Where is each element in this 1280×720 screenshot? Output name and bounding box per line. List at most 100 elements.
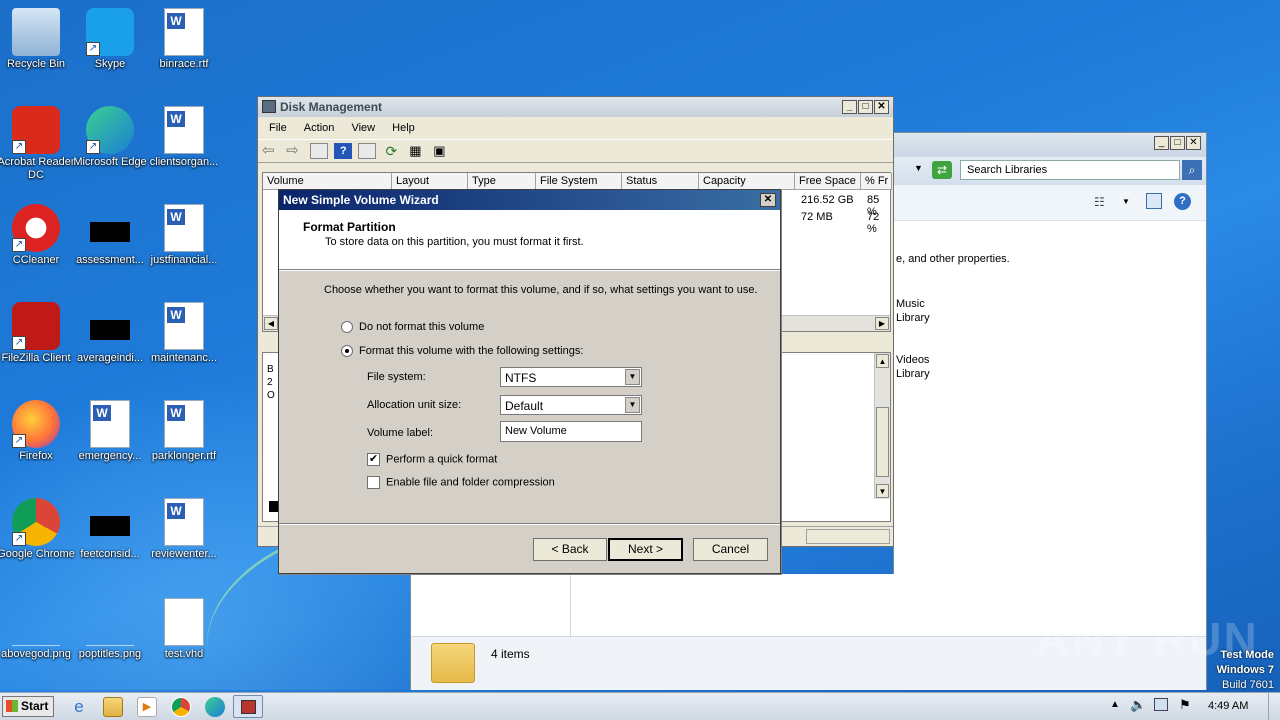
desktop-icon[interactable]: poptitles.png: [70, 598, 150, 661]
radio-format[interactable]: Format this volume with the following se…: [341, 345, 583, 358]
volume-label-input[interactable]: New Volume: [500, 421, 642, 442]
volume-icon[interactable]: 🔈: [1130, 697, 1146, 713]
console-tree-icon[interactable]: [310, 143, 329, 159]
word-doc-icon: W↗: [90, 400, 130, 448]
column-status[interactable]: Status: [622, 173, 699, 190]
explorer-icon[interactable]: [103, 697, 123, 717]
scroll-thumb[interactable]: [876, 407, 889, 477]
radio-button-selected[interactable]: [341, 345, 353, 358]
chevron-down-icon[interactable]: ▼: [625, 369, 640, 385]
preview-pane-icon[interactable]: [1146, 193, 1162, 209]
edge-icon[interactable]: [205, 697, 225, 717]
network-icon[interactable]: [1154, 698, 1168, 711]
settings-icon[interactable]: ▣: [430, 143, 448, 159]
library-item-music[interactable]: Music Library: [896, 297, 930, 325]
ie-icon[interactable]: e: [69, 697, 89, 717]
chevron-down-icon[interactable]: ▼: [625, 397, 640, 413]
chevron-down-icon[interactable]: ▼: [1122, 197, 1130, 206]
show-desktop-button[interactable]: [1268, 693, 1280, 720]
desktop-icon[interactable]: ↗ Firefox: [0, 400, 76, 463]
desktop-icon[interactable]: W↗ clientsorgan...: [144, 106, 224, 169]
refresh-icon[interactable]: ⇄: [932, 161, 952, 179]
column-pct-free[interactable]: % Fr: [861, 173, 892, 190]
action-center-flag-icon[interactable]: ⚑: [1179, 697, 1191, 713]
scroll-down-arrow-icon[interactable]: ▼: [876, 484, 889, 498]
maximize-button[interactable]: □: [1170, 136, 1185, 150]
desktop-icon[interactable]: ↗ Microsoft Edge: [70, 106, 150, 169]
forward-arrow-icon[interactable]: ⇨: [286, 143, 304, 159]
minimize-button[interactable]: _: [842, 100, 857, 114]
checkbox[interactable]: [367, 476, 380, 489]
show-hidden-icons-icon[interactable]: ▲: [1110, 699, 1120, 710]
desktop-icon[interactable]: Recycle Bin: [0, 8, 76, 71]
back-arrow-icon[interactable]: ⇦: [262, 143, 280, 159]
next-button[interactable]: Next >: [608, 538, 683, 561]
file-system-select[interactable]: NTFS ▼: [500, 367, 642, 387]
cancel-button[interactable]: Cancel: [693, 538, 768, 561]
allocation-unit-select[interactable]: Default ▼: [500, 395, 642, 415]
desktop-icon[interactable]: W↗ emergency...: [70, 400, 150, 463]
column-capacity[interactable]: Capacity: [699, 173, 795, 190]
desktop-icon[interactable]: W↗ maintenanc...: [144, 302, 224, 365]
desktop-icon[interactable]: ↗ Google Chrome: [0, 498, 76, 561]
menu-help[interactable]: Help: [385, 117, 422, 139]
desktop-icon[interactable]: ↗ Acrobat Reader DC: [0, 106, 76, 182]
vertical-scrollbar[interactable]: ▲ ▼: [874, 353, 890, 499]
desktop-icon[interactable]: W↗ binrace.rtf: [144, 8, 224, 71]
desktop-icon[interactable]: ↗ averageindi...: [70, 302, 150, 365]
radio-button[interactable]: [341, 321, 353, 334]
desktop-icon[interactable]: W↗ parklonger.rtf: [144, 400, 224, 463]
help-icon[interactable]: ?: [334, 143, 353, 159]
rescan-disks-icon[interactable]: ▦: [406, 143, 424, 159]
menu-view[interactable]: View: [344, 117, 382, 139]
column-type[interactable]: Type: [468, 173, 536, 190]
view-options-icon[interactable]: ☷: [1094, 195, 1105, 209]
search-icon[interactable]: ⌕: [1182, 160, 1202, 180]
close-button[interactable]: ✕: [1186, 136, 1201, 150]
desktop-icon[interactable]: ↗ feetconsid...: [70, 498, 150, 561]
desktop-icon[interactable]: W↗ reviewenter...: [144, 498, 224, 561]
desktop-icon[interactable]: ↗ assessment...: [70, 204, 150, 267]
close-button[interactable]: ✕: [874, 100, 889, 114]
minimize-button[interactable]: _: [1154, 136, 1169, 150]
column-layout[interactable]: Layout: [392, 173, 468, 190]
desktop-icon[interactable]: W↗ justfinancial...: [144, 204, 224, 267]
chrome-icon[interactable]: [171, 697, 191, 717]
desktop-icon[interactable]: ↗ Skype: [70, 8, 150, 71]
back-button[interactable]: < Back: [533, 538, 607, 561]
help-icon[interactable]: ?: [1174, 193, 1191, 210]
desktop-icon[interactable]: test.vhd: [144, 598, 224, 661]
checkbox-checked[interactable]: ✔: [367, 453, 380, 466]
scroll-left-arrow-icon[interactable]: ◀: [264, 317, 278, 330]
desktop-icon[interactable]: ↗ FileZilla Client: [0, 302, 76, 365]
column-volume[interactable]: Volume: [263, 173, 392, 190]
shortcut-arrow-icon: ↗: [86, 42, 100, 56]
desktop-icon[interactable]: ↗ CCleaner: [0, 204, 76, 267]
menu-file[interactable]: File: [262, 117, 294, 139]
library-item-title: Music: [896, 298, 925, 310]
compression-checkbox[interactable]: Enable file and folder compression: [367, 476, 555, 489]
menu-action[interactable]: Action: [297, 117, 342, 139]
disk-management-taskbar-button[interactable]: [233, 695, 263, 718]
column-free-space[interactable]: Free Space: [795, 173, 861, 190]
libraries-addressbar: ▼ ⇄ Search Libraries ⌕: [894, 157, 1206, 185]
scroll-up-arrow-icon[interactable]: ▲: [876, 354, 889, 368]
toolbar: ⇦ ⇨ ? ⟳ ▦ ▣: [258, 139, 893, 163]
media-player-icon[interactable]: ▶: [137, 697, 157, 717]
clock[interactable]: 4:49 AM: [1208, 700, 1248, 712]
maximize-button[interactable]: □: [858, 100, 873, 114]
search-input[interactable]: Search Libraries: [960, 160, 1180, 180]
library-item-videos[interactable]: Videos Library: [896, 353, 930, 381]
chevron-down-icon[interactable]: ▼: [914, 163, 923, 173]
desktop-icon[interactable]: abovegod.png: [0, 598, 76, 661]
window-title: Disk Management: [280, 100, 383, 114]
start-button[interactable]: Start: [2, 696, 54, 717]
desktop-icon-label: Skype: [94, 58, 126, 70]
quick-format-checkbox[interactable]: ✔ Perform a quick format: [367, 453, 497, 466]
properties-icon[interactable]: [358, 143, 377, 159]
radio-no-format[interactable]: Do not format this volume: [341, 321, 484, 334]
close-button[interactable]: ✕: [760, 193, 776, 207]
column-file-system[interactable]: File System: [536, 173, 622, 190]
scroll-right-arrow-icon[interactable]: ▶: [875, 317, 889, 330]
refresh-icon[interactable]: ⟳: [382, 143, 400, 159]
